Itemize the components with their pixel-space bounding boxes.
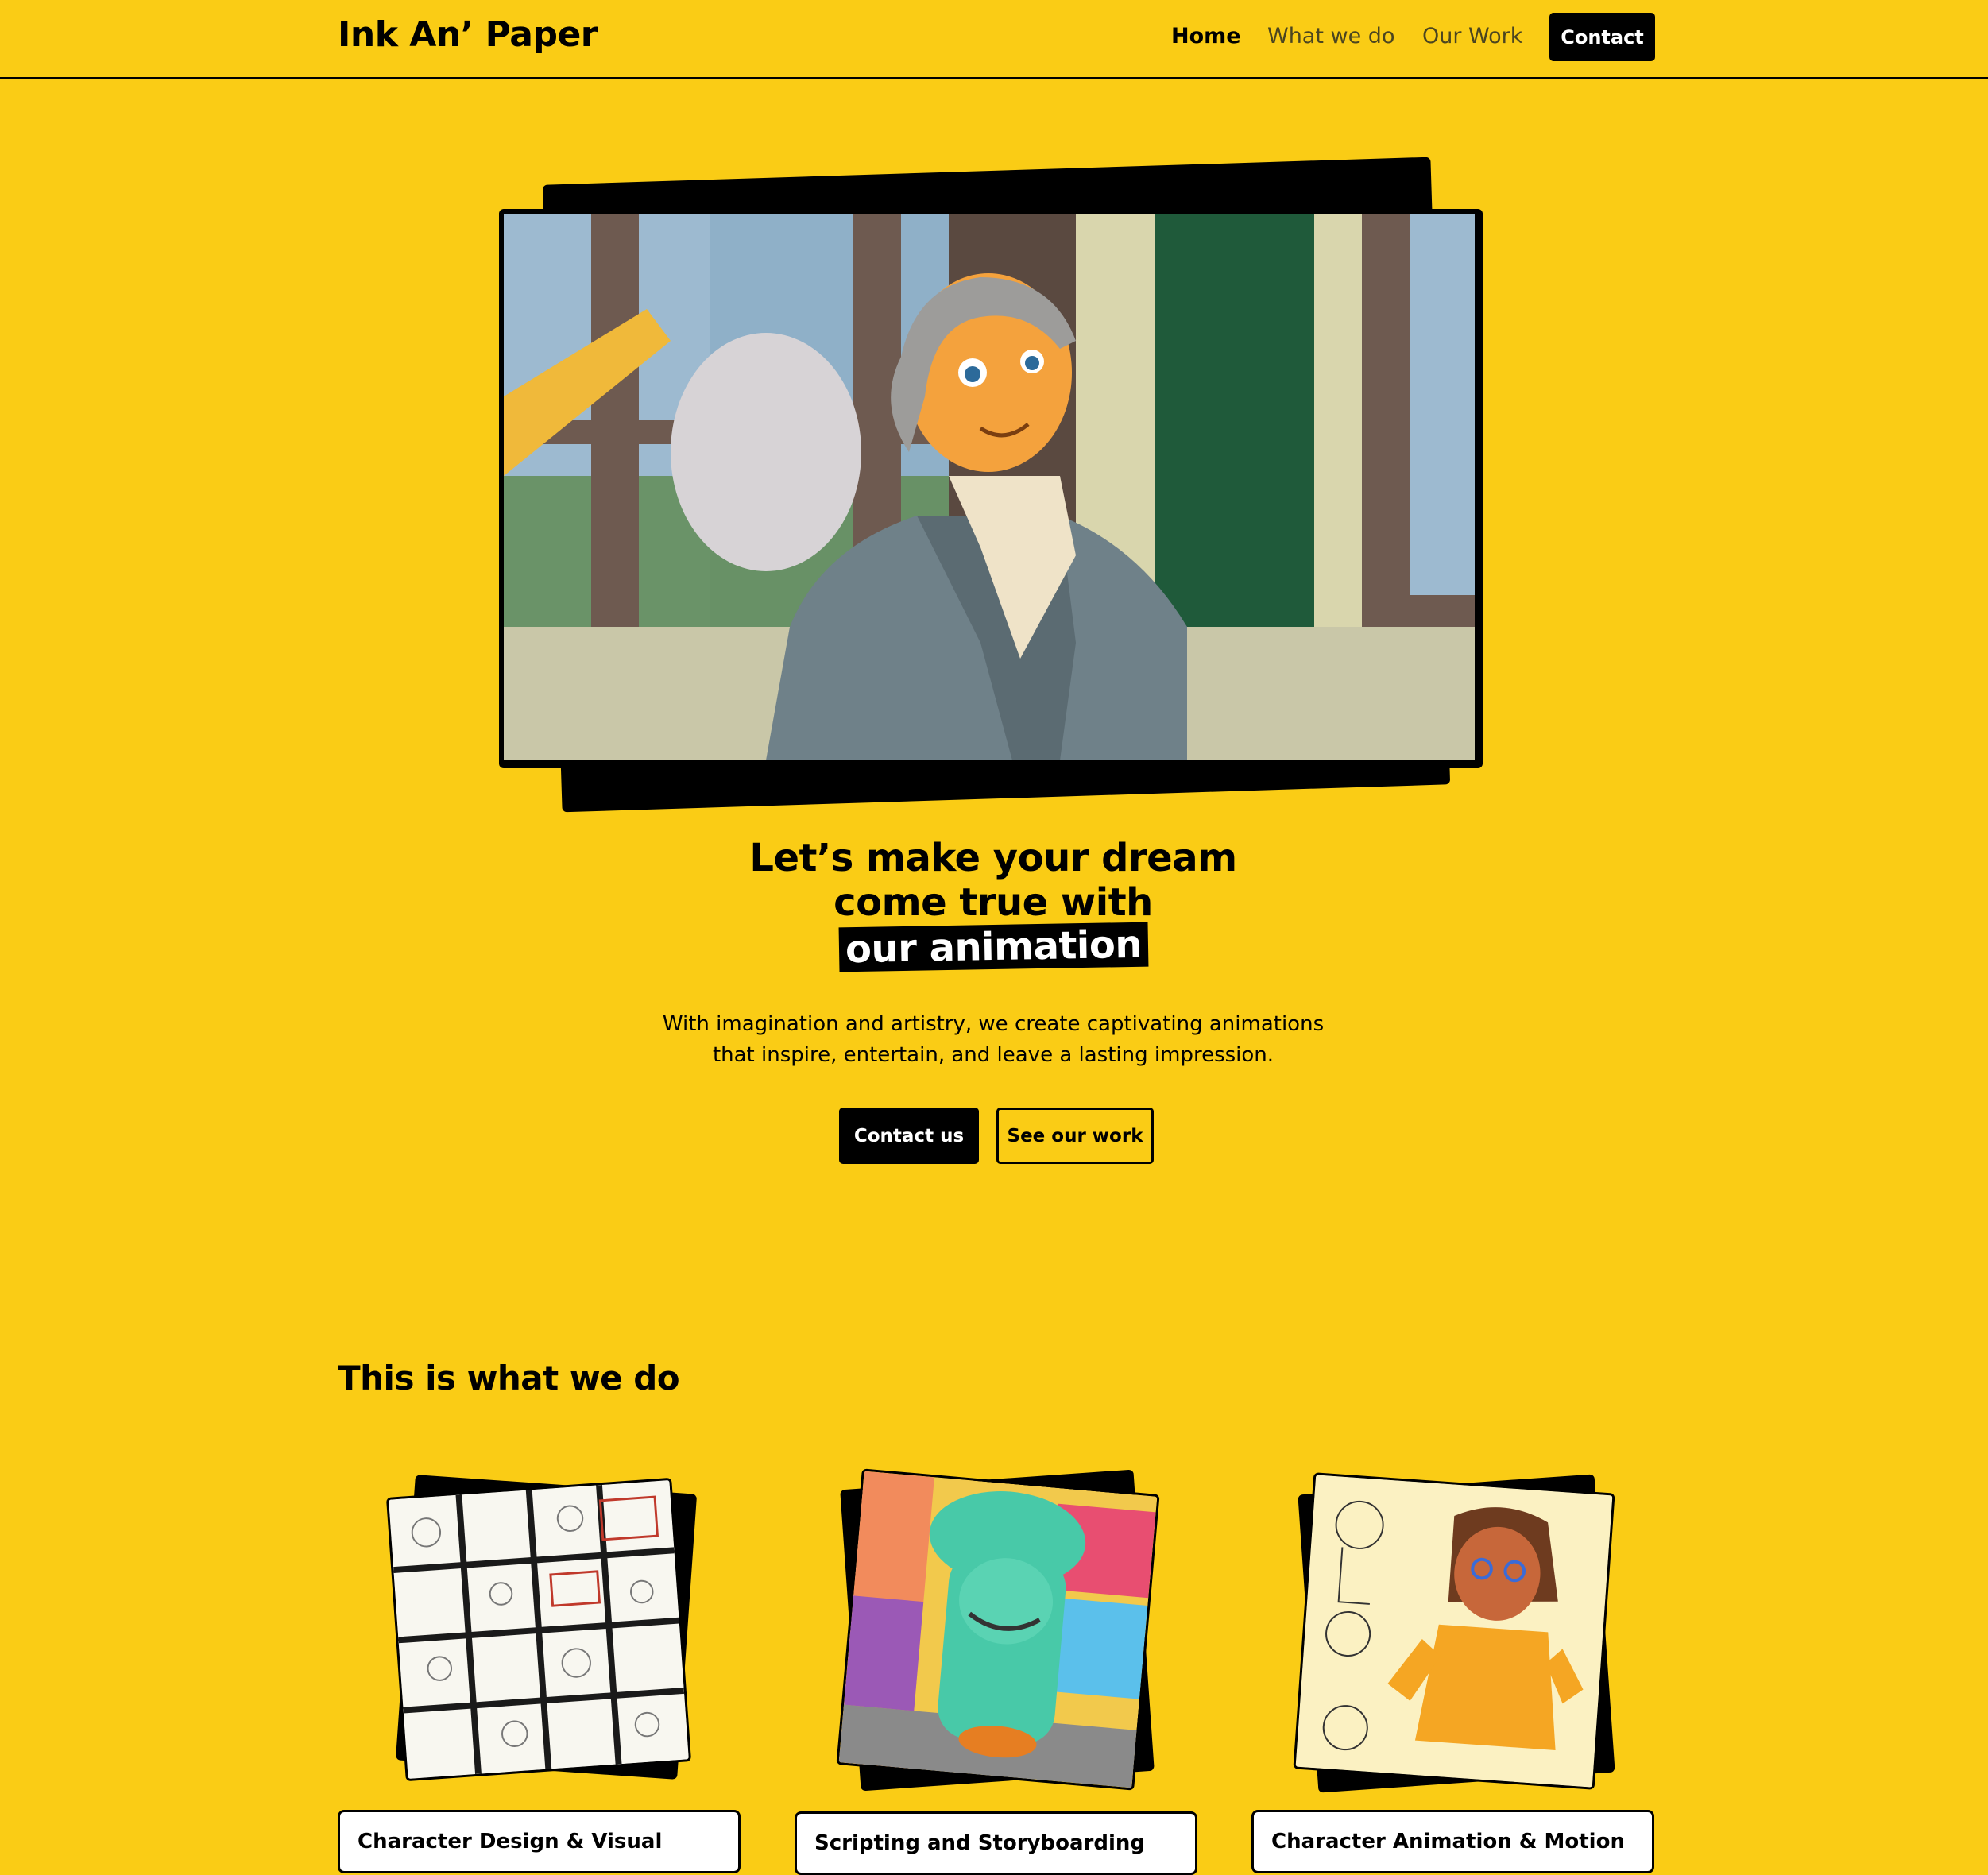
hero-subtext: With imagination and artistry, we create… xyxy=(636,1009,1351,1071)
see-our-work-button[interactable]: See our work xyxy=(996,1108,1154,1164)
hero-headline-line2: come true with xyxy=(833,880,1153,925)
nav-link-home[interactable]: Home xyxy=(1171,24,1241,48)
hero-subtext-line2: that inspire, entertain, and leave a las… xyxy=(712,1043,1274,1067)
service-card-character-animation[interactable]: Character Animation & Motion xyxy=(1251,1810,1654,1873)
nav-link-our-work[interactable]: Our Work xyxy=(1422,24,1522,48)
service-card-scripting[interactable]: Scripting and Storyboarding xyxy=(795,1811,1197,1875)
service-thumb-chef xyxy=(836,1468,1160,1791)
hero-headline-highlight: our animation xyxy=(838,922,1148,972)
nav-contact-button[interactable]: Contact xyxy=(1549,13,1655,61)
top-navbar: Ink An’ Paper Home What we do Our Work C… xyxy=(0,0,1988,79)
service-card-character-design[interactable]: Character Design & Visual xyxy=(338,1810,741,1873)
service-thumb-storyboard xyxy=(385,1477,692,1782)
contact-us-button[interactable]: Contact us xyxy=(839,1108,979,1164)
hero-subtext-line1: With imagination and artistry, we create… xyxy=(662,1012,1325,1036)
service-thumb-character xyxy=(1293,1472,1615,1790)
hero-headline: Let’s make your dream come true with our… xyxy=(556,836,1430,972)
hero-headline-line1: Let’s make your dream xyxy=(749,836,1237,880)
hero-animation-still xyxy=(504,214,1475,760)
nav-link-what-we-do[interactable]: What we do xyxy=(1267,24,1394,48)
site-logo[interactable]: Ink An’ Paper xyxy=(338,14,598,55)
services-title: This is what we do xyxy=(338,1359,680,1398)
